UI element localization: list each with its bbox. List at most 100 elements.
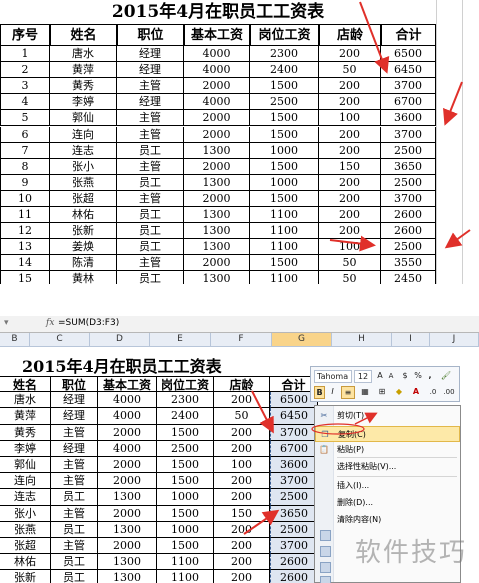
table-cell-seq[interactable]: 15 xyxy=(0,271,50,284)
table-cell-post-salary[interactable]: 2300 xyxy=(157,392,214,409)
table-cell-name[interactable]: 连志 xyxy=(0,489,51,506)
table-cell-seniority[interactable]: 200 xyxy=(319,207,381,224)
table-cell-position[interactable]: 经理 xyxy=(51,392,98,409)
table-cell-post-salary[interactable]: 2400 xyxy=(157,408,214,425)
table-cell-seniority[interactable]: 200 xyxy=(214,489,270,506)
table-cell-post-salary[interactable]: 1500 xyxy=(250,255,319,272)
comma-button[interactable]: , xyxy=(425,370,435,383)
table-cell-post-salary[interactable]: 1000 xyxy=(157,521,214,538)
table-cell-total[interactable]: 2500 xyxy=(381,174,436,191)
table-cell-name[interactable]: 黄秀 xyxy=(0,424,51,441)
table-cell-post-salary[interactable]: 2500 xyxy=(250,94,319,111)
table-cell-seniority[interactable]: 200 xyxy=(319,78,381,95)
table-cell-base-salary[interactable]: 1300 xyxy=(184,271,250,284)
table-cell-position[interactable]: 员工 xyxy=(51,570,98,583)
menu-item[interactable]: 选择性粘贴(V)... xyxy=(315,459,460,475)
table-cell-base-salary[interactable]: 4000 xyxy=(98,408,157,425)
table-cell-seniority[interactable]: 200 xyxy=(319,174,381,191)
table-cell-seq[interactable]: 4 xyxy=(0,94,50,111)
table-cell-total[interactable]: 3650 xyxy=(270,505,318,522)
table-cell-seniority[interactable]: 100 xyxy=(319,239,381,256)
table-cell-total[interactable]: 2500 xyxy=(270,521,318,538)
table-cell-name[interactable]: 张超 xyxy=(0,538,51,555)
table-cell-seniority[interactable]: 50 xyxy=(319,62,381,79)
table-cell-position[interactable]: 主管 xyxy=(51,473,98,490)
table-cell-total[interactable]: 3700 xyxy=(381,190,436,207)
table-cell-seniority[interactable]: 50 xyxy=(319,255,381,272)
table-cell-position[interactable]: 主管 xyxy=(117,190,184,207)
table-cell-post-salary[interactable]: 1500 xyxy=(157,505,214,522)
table-cell-base-salary[interactable]: 2000 xyxy=(184,190,250,207)
table-cell-post-salary[interactable]: 1500 xyxy=(250,158,319,175)
fx-icon[interactable]: fx xyxy=(46,318,54,328)
table-cell-position[interactable]: 员工 xyxy=(117,271,184,284)
table-cell-base-salary[interactable]: 4000 xyxy=(184,46,250,63)
table-cell-total[interactable]: 2500 xyxy=(381,239,436,256)
table-cell-post-salary[interactable]: 1100 xyxy=(157,570,214,583)
table-cell-post-salary[interactable]: 2500 xyxy=(157,440,214,457)
table-cell-name[interactable]: 张燕 xyxy=(50,174,117,191)
table-cell-name[interactable]: 李婷 xyxy=(50,94,117,111)
menu-item-icon[interactable] xyxy=(320,562,331,573)
table-cell-base-salary[interactable]: 4000 xyxy=(98,440,157,457)
name-box-dropdown-icon[interactable]: ▾ xyxy=(4,318,9,328)
font-select[interactable]: Tahoma xyxy=(314,370,352,383)
italic-button[interactable]: I xyxy=(327,386,338,399)
table-cell-total[interactable]: 3600 xyxy=(270,457,318,474)
table-cell-position[interactable]: 主管 xyxy=(51,505,98,522)
table-cell-seniority[interactable]: 200 xyxy=(319,142,381,159)
table-cell-base-salary[interactable]: 1300 xyxy=(184,239,250,256)
table-cell-position[interactable]: 员工 xyxy=(51,554,98,571)
table-cell-position[interactable]: 员工 xyxy=(51,521,98,538)
bold-button[interactable]: B xyxy=(314,386,325,399)
table-cell-seq[interactable]: 11 xyxy=(0,207,50,224)
menu-item[interactable]: 清除内容(N) xyxy=(315,512,460,528)
table-cell-seq[interactable]: 9 xyxy=(0,174,50,191)
table-cell-seniority[interactable]: 50 xyxy=(319,271,381,284)
menu-item-icon[interactable] xyxy=(320,530,331,541)
column-header-g[interactable]: G xyxy=(272,333,332,347)
table-cell-total[interactable]: 3700 xyxy=(381,78,436,95)
table-cell-seniority[interactable]: 200 xyxy=(214,424,270,441)
table-cell-seq[interactable]: 2 xyxy=(0,62,50,79)
table-cell-position[interactable]: 经理 xyxy=(51,440,98,457)
table-cell-seniority[interactable]: 150 xyxy=(214,505,270,522)
table-cell-base-salary[interactable]: 4000 xyxy=(184,62,250,79)
table-cell-name[interactable]: 黄萍 xyxy=(50,62,117,79)
table-cell-seniority[interactable]: 100 xyxy=(319,110,381,127)
table-cell-total[interactable]: 2450 xyxy=(381,271,436,284)
table-cell-post-salary[interactable]: 1500 xyxy=(157,424,214,441)
table-cell-position[interactable]: 主管 xyxy=(51,457,98,474)
percent-button[interactable]: % xyxy=(413,370,423,383)
table-cell-post-salary[interactable]: 1100 xyxy=(157,554,214,571)
table-cell-post-salary[interactable]: 1500 xyxy=(157,538,214,555)
table-cell-name[interactable]: 张新 xyxy=(0,570,51,583)
table-cell-base-salary[interactable]: 1300 xyxy=(98,521,157,538)
shrink-font-icon[interactable]: A xyxy=(386,370,396,383)
table-cell-name[interactable]: 黄秀 xyxy=(50,78,117,95)
table-cell-base-salary[interactable]: 1300 xyxy=(98,489,157,506)
font-size-select[interactable]: 12 xyxy=(354,370,372,383)
table-cell-base-salary[interactable]: 1300 xyxy=(184,223,250,240)
table-cell-position[interactable]: 经理 xyxy=(117,46,184,63)
table-cell-name[interactable]: 陈清 xyxy=(50,255,117,272)
table-cell-seq[interactable]: 10 xyxy=(0,190,50,207)
table-cell-name[interactable]: 唐水 xyxy=(50,46,117,63)
table-cell-position[interactable]: 主管 xyxy=(117,110,184,127)
currency-icon[interactable]: $ xyxy=(399,370,411,383)
table-cell-seniority[interactable]: 150 xyxy=(319,158,381,175)
table-cell-position[interactable]: 员工 xyxy=(117,142,184,159)
table-cell-total[interactable]: 3700 xyxy=(270,538,318,555)
table-cell-position[interactable]: 员工 xyxy=(117,239,184,256)
table-cell-total[interactable]: 2500 xyxy=(270,489,318,506)
menu-item[interactable]: 插入(I)... xyxy=(315,478,460,494)
table-cell-seniority[interactable]: 200 xyxy=(319,223,381,240)
fill-color-icon[interactable]: ◆ xyxy=(392,386,406,399)
table-cell-name[interactable]: 郭仙 xyxy=(0,457,51,474)
table-cell-seniority[interactable]: 200 xyxy=(214,538,270,555)
menu-item[interactable]: ✂ 剪切(T) xyxy=(315,408,460,424)
table-cell-total[interactable]: 2600 xyxy=(381,223,436,240)
table-cell-seniority[interactable]: 200 xyxy=(319,94,381,111)
table-cell-seniority[interactable]: 200 xyxy=(319,46,381,63)
font-color-icon[interactable]: A xyxy=(409,386,423,399)
